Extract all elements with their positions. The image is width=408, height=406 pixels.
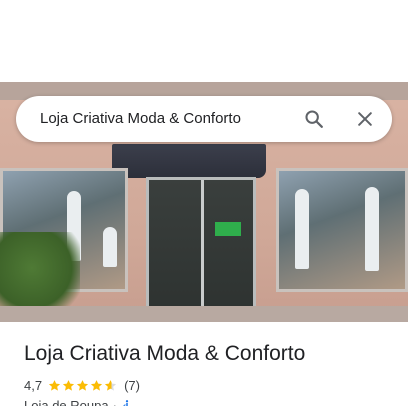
review-count[interactable]: (7) [124, 378, 140, 393]
close-button[interactable] [350, 104, 380, 134]
photo-door [146, 177, 256, 312]
place-title: Loja Criativa Moda & Conforto [24, 342, 306, 365]
photo-awning [112, 144, 266, 178]
photo-door-divider [201, 180, 204, 309]
place-info-panel: Loja Criativa Moda & Conforto 4,7 (7) Lo… [0, 322, 408, 406]
star-icon [76, 379, 89, 391]
photo-mannequin [365, 187, 379, 271]
search-query[interactable]: Loja Criativa Moda & Conforto [40, 110, 241, 127]
photo-door-sign [215, 222, 241, 236]
place-category: Loja de Roupa [24, 397, 109, 406]
star-icon [62, 379, 75, 391]
rating-value: 4,7 [24, 377, 43, 393]
close-icon [358, 112, 372, 126]
star-half-icon [104, 379, 117, 391]
photo-window-right [276, 168, 408, 292]
wheelchair-icon [123, 399, 131, 406]
page: Loja Criativa Moda & Conforto Loja Criat… [0, 0, 408, 406]
star-icon [48, 379, 61, 391]
rating-row[interactable]: 4,7 (7) [24, 376, 140, 394]
photo-mannequin [295, 189, 309, 269]
star-icon [90, 379, 103, 391]
rating-stars [48, 379, 118, 392]
separator-dot: · [112, 397, 117, 406]
category-row: Loja de Roupa · [24, 396, 133, 406]
photo-sidewalk [0, 306, 408, 322]
search-icon [305, 110, 323, 128]
search-button[interactable] [299, 104, 329, 134]
photo-mannequin [103, 227, 117, 267]
search-bar[interactable]: Loja Criativa Moda & Conforto [16, 96, 392, 142]
